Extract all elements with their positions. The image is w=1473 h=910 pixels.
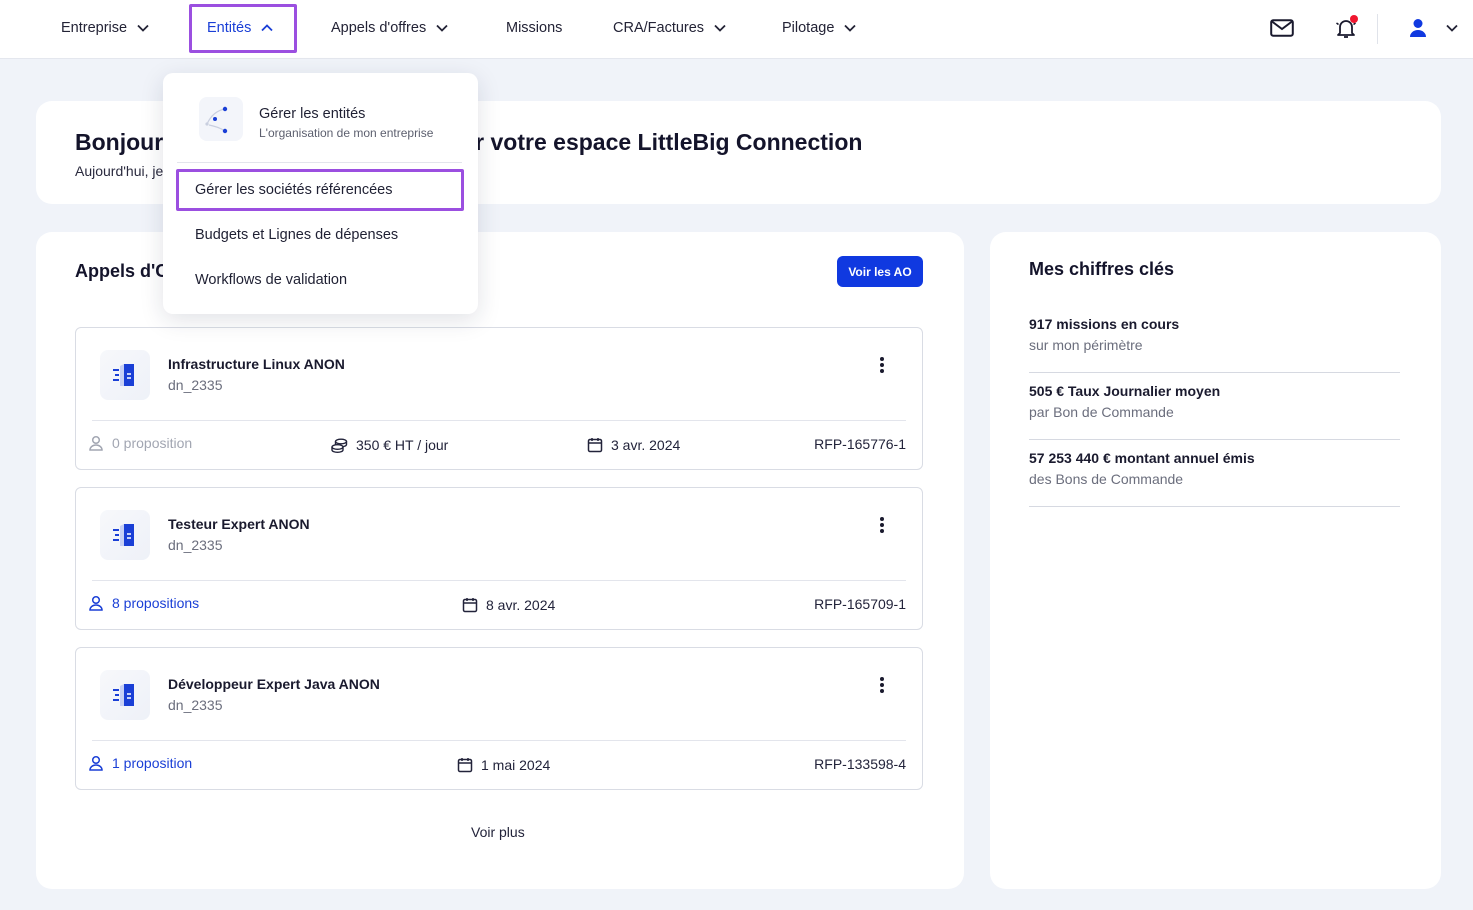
proposals-label: 8 propositions <box>112 595 200 611</box>
network-icon <box>199 97 243 141</box>
ao-date: 3 avr. 2024 <box>587 437 680 453</box>
ao-date-label: 1 mai 2024 <box>481 757 551 773</box>
proposals-label: 0 proposition <box>112 435 193 451</box>
nav-missions-label: Missions <box>506 20 563 36</box>
ao-list-item[interactable]: Infrastructure Linux ANON dn_2335 0 prop… <box>75 327 923 470</box>
kpi-value: 917 missions en cours <box>1029 316 1180 332</box>
more-options-icon[interactable] <box>872 514 892 536</box>
nav-missions[interactable]: Missions <box>506 0 562 56</box>
divider <box>92 420 906 421</box>
notification-dot <box>1350 15 1358 23</box>
more-options-icon[interactable] <box>872 354 892 376</box>
appels-offres-title: Appels d'C <box>75 261 169 281</box>
kpi-item: 57 253 440 € montant annuel émis des Bon… <box>1029 440 1400 507</box>
chevron-down-icon <box>436 24 448 32</box>
voir-plus-link[interactable]: Voir plus <box>471 824 525 840</box>
appels-offres-card: Appels d'C Voir les AO Infrastructure Li… <box>36 232 964 889</box>
calendar-icon <box>587 438 603 453</box>
ao-date-label: 8 avr. 2024 <box>486 597 556 613</box>
kpi-value: 505 € Taux Journalier moyen <box>1029 383 1221 399</box>
welcome-title-left: Bonjour <box>75 129 164 155</box>
key-figures-title: Mes chiffres clés <box>1029 259 1175 279</box>
person-icon <box>89 755 103 771</box>
dropdown-header-subtitle: L'organisation de mon entreprise <box>259 126 434 140</box>
bell-icon[interactable] <box>1332 14 1360 42</box>
daily-rate: 350 € HT / jour <box>331 437 448 453</box>
divider <box>1377 14 1378 44</box>
person-icon <box>89 435 103 451</box>
kpi-value: 57 253 440 € montant annuel émis <box>1029 450 1255 466</box>
kpi-label: des Bons de Commande <box>1029 471 1184 487</box>
ao-title: Développeur Expert Java ANON <box>168 676 380 692</box>
voir-les-ao-button[interactable]: Voir les AO <box>837 256 923 287</box>
calendar-icon <box>462 598 478 613</box>
proposals-count: 0 proposition <box>88 435 192 451</box>
document-list-icon <box>100 350 150 400</box>
person-icon <box>89 595 103 611</box>
nav-appels-offres-label: Appels d'offres <box>331 20 427 36</box>
more-options-icon[interactable] <box>872 674 892 696</box>
chevron-down-icon <box>714 24 726 32</box>
proposals-link[interactable]: 8 propositions <box>88 595 199 611</box>
user-avatar-icon[interactable] <box>1404 14 1432 42</box>
calendar-icon <box>457 758 473 773</box>
dropdown-header[interactable]: Gérer les entités L'organisation de mon … <box>163 73 478 161</box>
nav-entreprise[interactable]: Entreprise <box>61 0 149 56</box>
nav-pilotage[interactable]: Pilotage <box>782 0 857 56</box>
chevron-down-icon[interactable] <box>1438 14 1466 42</box>
proposals-label: 1 proposition <box>112 755 193 771</box>
ao-list-item[interactable]: Développeur Expert Java ANON dn_2335 1 p… <box>75 647 923 790</box>
key-figures-card: Mes chiffres clés 917 missions en cours … <box>990 232 1441 889</box>
ao-title: Testeur Expert ANON <box>168 516 310 532</box>
ao-date-label: 3 avr. 2024 <box>611 437 681 453</box>
divider <box>92 740 906 741</box>
kpi-item: 505 € Taux Journalier moyen par Bon de C… <box>1029 373 1400 440</box>
nav-cra-factures[interactable]: CRA/Factures <box>613 0 726 56</box>
nav-entites-highlight <box>189 4 297 53</box>
menu-item-workflows[interactable]: Workflows de validation <box>195 272 347 288</box>
ao-code: dn_2335 <box>168 697 223 713</box>
welcome-subtitle: Aujourd'hui, je <box>75 163 164 179</box>
top-navigation-bar: Entreprise Entités Appels d'offres Missi… <box>0 0 1473 59</box>
entites-dropdown-menu: Gérer les entités L'organisation de mon … <box>163 73 478 314</box>
nav-entreprise-label: Entreprise <box>61 20 128 36</box>
document-list-icon <box>100 510 150 560</box>
ao-list-item[interactable]: Testeur Expert ANON dn_2335 8 propositio… <box>75 487 923 630</box>
ao-reference: RFP-165709-1 <box>814 596 906 612</box>
nav-pilotage-label: Pilotage <box>782 20 835 36</box>
document-list-icon <box>100 670 150 720</box>
ao-code: dn_2335 <box>168 537 223 553</box>
chevron-down-icon <box>844 24 857 32</box>
divider <box>177 162 462 163</box>
ao-code: dn_2335 <box>168 377 223 393</box>
daily-rate-label: 350 € HT / jour <box>356 437 449 453</box>
ao-reference: RFP-165776-1 <box>814 436 906 452</box>
nav-appels-offres[interactable]: Appels d'offres <box>331 0 448 56</box>
mail-icon[interactable] <box>1268 14 1296 42</box>
kpi-label: par Bon de Commande <box>1029 404 1174 420</box>
kpi-label: sur mon périmètre <box>1029 337 1143 353</box>
chevron-down-icon <box>137 24 149 32</box>
menu-item-highlight <box>176 169 464 211</box>
dropdown-header-title: Gérer les entités <box>259 106 366 122</box>
ao-date: 1 mai 2024 <box>457 757 550 773</box>
divider <box>92 580 906 581</box>
ao-date: 8 avr. 2024 <box>462 597 555 613</box>
menu-item-budgets[interactable]: Budgets et Lignes de dépenses <box>195 227 398 243</box>
nav-cra-factures-label: CRA/Factures <box>613 20 705 36</box>
ao-reference: RFP-133598-4 <box>814 756 906 772</box>
welcome-title-right: e sur votre espace LittleBig Connection <box>429 129 863 155</box>
kpi-item: 917 missions en cours sur mon périmètre <box>1029 306 1400 373</box>
coins-icon <box>331 438 348 453</box>
ao-title: Infrastructure Linux ANON <box>168 356 345 372</box>
proposals-link[interactable]: 1 proposition <box>88 755 192 771</box>
